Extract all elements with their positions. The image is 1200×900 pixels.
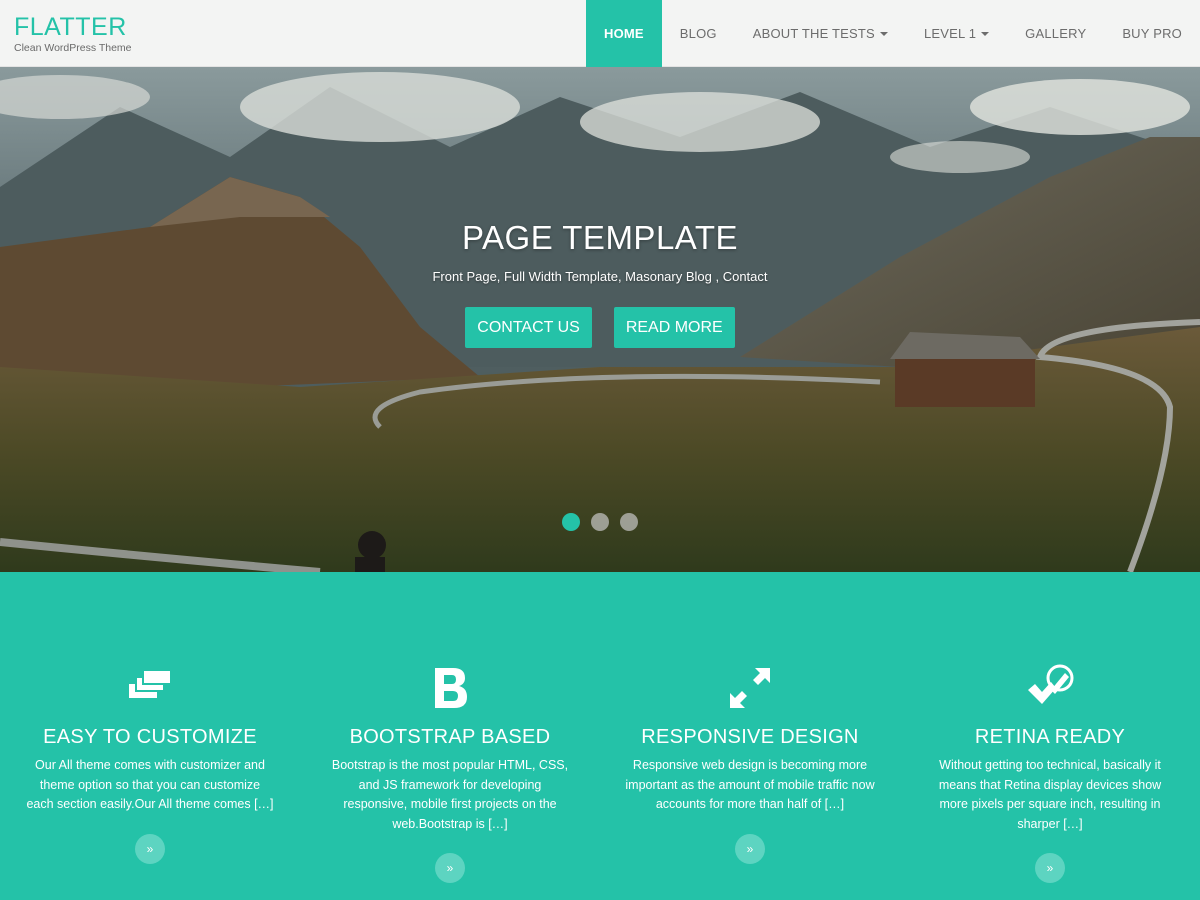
site-header: FLATTER Clean WordPress Theme HOME BLOG … bbox=[0, 0, 1200, 67]
nav-item-label: BUY PRO bbox=[1122, 26, 1182, 41]
bootstrap-b-icon bbox=[435, 668, 467, 708]
double-chevron-right-icon: » bbox=[446, 861, 454, 875]
nav-item-about-the-tests[interactable]: ABOUT THE TESTS bbox=[735, 0, 906, 67]
main-nav: HOME BLOG ABOUT THE TESTS LEVEL 1 GALLER… bbox=[585, 0, 1200, 67]
nav-item-gallery[interactable]: GALLERY bbox=[1007, 0, 1104, 67]
feature-more-button[interactable]: » bbox=[135, 834, 165, 864]
feature-description: Bootstrap is the most popular HTML, CSS,… bbox=[331, 758, 569, 831]
check-pencil-icon bbox=[1028, 664, 1074, 704]
feature-title: BOOTSTRAP BASED bbox=[349, 726, 551, 748]
contact-us-button[interactable]: CONTACT US bbox=[465, 307, 592, 348]
hero-title: PAGE TEMPLATE bbox=[461, 219, 739, 256]
slider-dot-2[interactable] bbox=[591, 513, 609, 531]
expand-arrows-icon bbox=[730, 668, 770, 708]
feature-more-button[interactable]: » bbox=[435, 853, 465, 883]
read-more-button[interactable]: READ MORE bbox=[613, 307, 735, 348]
site-title[interactable]: FLATTER bbox=[14, 14, 132, 40]
feature-title: RESPONSIVE DESIGN bbox=[641, 726, 859, 748]
double-chevron-right-icon: » bbox=[1046, 861, 1054, 875]
hero-subtitle: Front Page, Full Width Template, Masonar… bbox=[432, 269, 768, 284]
nav-item-buy-pro[interactable]: BUY PRO bbox=[1104, 0, 1200, 67]
caret-down-icon bbox=[879, 31, 888, 36]
nav-item-label: ABOUT THE TESTS bbox=[752, 26, 875, 41]
features-section: EASY TO CUSTOMIZE Our All theme comes wi… bbox=[0, 572, 1200, 900]
feature-description: Without getting too technical, basically… bbox=[938, 758, 1162, 831]
feature-description: Our All theme comes with customizer and … bbox=[26, 758, 274, 811]
nav-item-home[interactable]: HOME bbox=[585, 0, 662, 67]
nav-item-label: BLOG bbox=[679, 26, 717, 41]
slider-dot-1[interactable] bbox=[562, 513, 580, 531]
brand[interactable]: FLATTER Clean WordPress Theme bbox=[14, 14, 132, 54]
nav-item-label: HOME bbox=[603, 26, 644, 41]
double-chevron-right-icon: » bbox=[146, 842, 154, 856]
double-chevron-right-icon: » bbox=[746, 842, 754, 856]
feature-more-button[interactable]: » bbox=[735, 834, 765, 864]
hero-buttons: CONTACT US READ MORE bbox=[0, 307, 1200, 348]
site-tagline: Clean WordPress Theme bbox=[14, 42, 132, 54]
nav-item-blog[interactable]: BLOG bbox=[662, 0, 735, 67]
nav-item-label: GALLERY bbox=[1025, 26, 1087, 41]
slider-dot-3[interactable] bbox=[620, 513, 638, 531]
feature-description: Responsive web design is becoming more i… bbox=[625, 758, 875, 811]
nav-item-label: LEVEL 1 bbox=[923, 26, 977, 41]
slider-pagination bbox=[0, 513, 1200, 531]
caret-down-icon bbox=[981, 31, 990, 36]
feature-title: RETINA READY bbox=[974, 726, 1126, 748]
hero-slider: PAGE TEMPLATE Front Page, Full Width Tem… bbox=[0, 67, 1200, 572]
feature-title: EASY TO CUSTOMIZE bbox=[43, 726, 257, 748]
layers-icon bbox=[129, 669, 172, 698]
feature-more-button[interactable]: » bbox=[1035, 853, 1065, 883]
nav-item-level-1[interactable]: LEVEL 1 bbox=[906, 0, 1007, 67]
